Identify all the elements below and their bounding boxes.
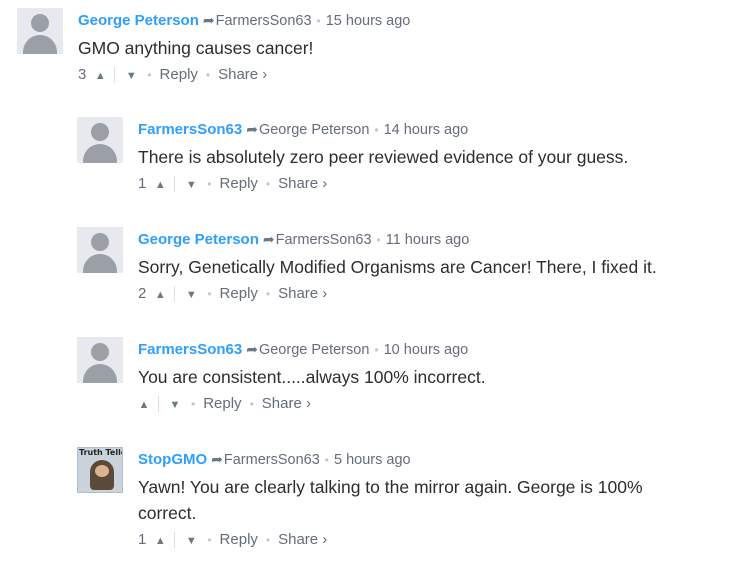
separator-dot: • <box>205 68 211 82</box>
avatar-body <box>83 254 117 273</box>
separator-dot: • <box>265 533 271 547</box>
vote-divider <box>158 396 159 413</box>
separator-dot: • <box>265 287 271 301</box>
comment-actions: 1 ▲ ▼ • Reply • Share › <box>138 174 327 194</box>
separator-dot: • <box>191 397 196 411</box>
reply-to-user[interactable]: FarmersSon63 <box>276 232 372 248</box>
author-name[interactable]: George Peterson <box>138 231 259 248</box>
chevron-up-icon[interactable]: ▲ <box>152 285 168 305</box>
separator-dot: • <box>374 123 379 137</box>
share-arrow-icon: ➦ <box>246 341 258 357</box>
comment-text: Yawn! You are clearly talking to the mir… <box>138 474 643 526</box>
chevron-up-icon[interactable]: ▲ <box>152 531 168 551</box>
vote-divider <box>114 67 116 84</box>
chevron-down-icon[interactable]: ▼ <box>167 395 183 415</box>
comment-actions: 1 ▲ ▼ • Reply • Share › <box>138 530 327 550</box>
vote-count: 2 <box>138 285 147 302</box>
author-name[interactable]: George Peterson <box>78 12 199 29</box>
share-arrow-icon: ➦ <box>211 451 223 467</box>
timestamp[interactable]: 5 hours ago <box>334 452 411 468</box>
comment-text-line: correct. <box>138 503 197 523</box>
vote-count: 3 <box>78 66 87 83</box>
share-button[interactable]: Share › <box>262 395 311 412</box>
author-name[interactable]: FarmersSon63 <box>138 341 242 358</box>
share-arrow-icon: ➦ <box>202 12 215 28</box>
vote-count: 1 <box>138 531 147 548</box>
separator-dot: • <box>324 453 329 467</box>
timestamp[interactable]: 15 hours ago <box>326 13 411 29</box>
user-avatar[interactable] <box>17 8 63 54</box>
comment-actions: 3 ▲ ▼ • Reply • Share › <box>78 65 267 85</box>
timestamp[interactable]: 14 hours ago <box>384 122 469 138</box>
comment-header: George Peterson ➦FarmersSon63 • 11 hours ag… <box>138 229 469 249</box>
reply-to-user[interactable]: FarmersSon63 <box>216 13 312 29</box>
reply-button[interactable]: Reply <box>220 285 258 302</box>
avatar-head <box>91 233 109 251</box>
chevron-up-icon[interactable]: ▲ <box>152 175 168 195</box>
reply-button[interactable]: Reply <box>203 395 241 412</box>
separator-dot: • <box>265 177 271 191</box>
share-button[interactable]: Share › <box>278 175 327 192</box>
separator-dot: • <box>207 177 212 191</box>
avatar-body <box>23 35 57 54</box>
share-button[interactable]: Share › <box>278 285 327 302</box>
share-arrow-icon: ➦ <box>246 121 258 137</box>
reply-to-user[interactable]: FarmersSon63 <box>224 452 320 468</box>
user-avatar[interactable] <box>77 227 123 273</box>
reply-button[interactable]: Reply <box>220 175 258 192</box>
comment-text: GMO anything causes cancer! <box>78 38 314 58</box>
comment-text-line: Yawn! You are clearly talking to the mir… <box>138 477 643 497</box>
share-button[interactable]: Share › <box>218 66 267 83</box>
reply-button[interactable]: Reply <box>160 66 198 83</box>
share-button[interactable]: Share › <box>278 531 327 548</box>
chevron-down-icon[interactable]: ▼ <box>183 175 199 195</box>
chevron-down-icon[interactable]: ▼ <box>183 531 199 551</box>
separator-dot: • <box>376 233 381 247</box>
separator-dot: • <box>207 533 212 547</box>
comment-text: There is absolutely zero peer reviewed e… <box>138 147 629 167</box>
vote-divider <box>174 286 176 303</box>
reply-button[interactable]: Reply <box>220 531 258 548</box>
share-arrow-icon: ➦ <box>262 231 275 247</box>
avatar-head <box>31 14 49 32</box>
avatar-head <box>91 343 109 361</box>
vote-divider <box>174 532 176 549</box>
avatar-body <box>83 364 117 383</box>
chevron-down-icon[interactable]: ▼ <box>183 285 199 305</box>
user-avatar-photo[interactable]: Truth Teller <box>77 447 123 493</box>
comment-header: George Peterson ➦FarmersSon63 • 15 hours ag… <box>78 10 410 30</box>
comment-header: StopGMO ➦FarmersSon63 • 5 hours ago <box>138 449 411 469</box>
separator-dot: • <box>207 287 212 301</box>
separator-dot: • <box>316 14 321 28</box>
vote-count: 1 <box>138 175 147 192</box>
vote-divider <box>174 176 176 193</box>
comment-header: FarmersSon63 ➦George Peterson • 14 hours ag… <box>138 119 468 139</box>
comment-text: You are consistent.....always 100% incor… <box>138 367 486 387</box>
user-avatar[interactable] <box>77 337 123 383</box>
author-name[interactable]: StopGMO <box>138 451 207 468</box>
user-avatar[interactable] <box>77 117 123 163</box>
avatar-head <box>91 123 109 141</box>
separator-dot: • <box>147 68 152 82</box>
chevron-down-icon[interactable]: ▼ <box>123 66 139 86</box>
avatar-face <box>95 465 109 477</box>
author-name[interactable]: FarmersSon63 <box>138 121 242 138</box>
comment-actions: 2 ▲ ▼ • Reply • Share › <box>138 284 327 304</box>
timestamp[interactable]: 10 hours ago <box>384 342 469 358</box>
avatar-caption: Truth Teller <box>79 448 122 457</box>
comment-actions: ▲ ▼ • Reply • Share › <box>136 394 311 414</box>
comment-text: Sorry, Genetically Modified Organisms ar… <box>138 257 657 277</box>
chevron-up-icon[interactable]: ▲ <box>136 395 152 415</box>
avatar-body <box>83 144 117 163</box>
timestamp[interactable]: 11 hours ago <box>386 232 470 248</box>
separator-dot: • <box>249 397 254 411</box>
comment-header: FarmersSon63 ➦George Peterson • 10 hours ag… <box>138 339 468 359</box>
reply-to-user[interactable]: George Peterson <box>259 342 369 358</box>
reply-to-user[interactable]: George Peterson <box>259 122 369 138</box>
separator-dot: • <box>374 343 379 357</box>
chevron-up-icon[interactable]: ▲ <box>92 66 108 86</box>
